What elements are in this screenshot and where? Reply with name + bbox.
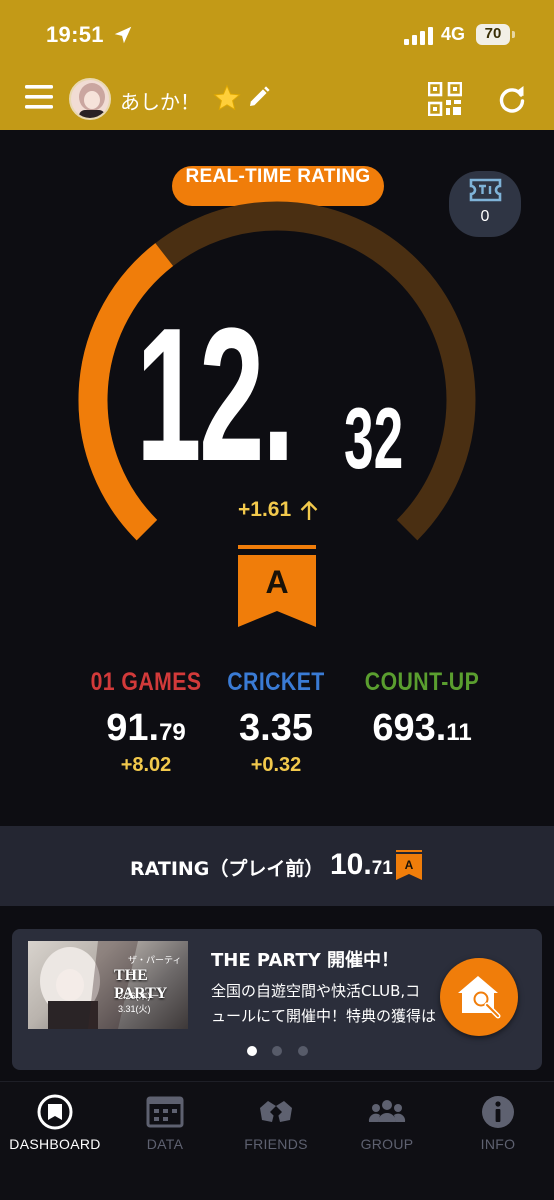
- shop-search-icon: [458, 976, 501, 1019]
- data-icon: [146, 1096, 184, 1128]
- rating-class: A: [265, 564, 289, 600]
- pagination-dot[interactable]: [298, 1046, 308, 1056]
- prior-rating-label: RATING（プレイ前）: [130, 858, 324, 880]
- rating-value-integer: 12.: [136, 289, 295, 501]
- nav-label: FRIENDS: [244, 1136, 308, 1152]
- rating-value-decimal: 32: [344, 391, 404, 487]
- shop-search-button[interactable]: [440, 958, 518, 1036]
- nav-item-friends[interactable]: FRIENDS: [221, 1092, 331, 1152]
- nav-item-info[interactable]: INFO: [443, 1092, 553, 1152]
- arrow-up-icon: [300, 500, 318, 520]
- prior-class-letter: A: [405, 858, 414, 872]
- stat-delta: [342, 754, 502, 780]
- banner-pagination: [247, 1044, 317, 1056]
- nav-item-data[interactable]: DATA: [110, 1092, 220, 1152]
- stat-count-up[interactable]: COUNT-UP 693.11: [342, 668, 502, 780]
- nav-label: GROUP: [360, 1136, 414, 1152]
- banner-image: ザ・パーティー THE PARTY 2.26(木)－3.31(火): [28, 941, 188, 1029]
- stat-label: COUNT-UP: [364, 668, 480, 696]
- nav-item-dashboard[interactable]: DASHBOARD: [0, 1092, 110, 1152]
- nav-label: INFO: [480, 1136, 516, 1152]
- group-icon: [368, 1100, 406, 1122]
- pagination-dot[interactable]: [247, 1046, 257, 1056]
- info-icon: [482, 1096, 514, 1128]
- stat-delta: +0.32: [250, 754, 302, 776]
- bottom-navigation: DASHBOARD DATA FRIENDS GROUP INFO: [0, 1081, 554, 1200]
- friends-icon: [260, 1101, 292, 1122]
- banner-title: THE PARTY 開催中！: [211, 950, 400, 971]
- pagination-dot[interactable]: [272, 1046, 282, 1056]
- stat-label: CRICKET: [227, 668, 325, 696]
- prior-rating-value: 10.71: [330, 848, 393, 881]
- stat-cricket[interactable]: CRICKET 3.35 +0.32: [196, 668, 356, 780]
- stat-value: 3.35: [239, 707, 313, 749]
- stat-label: 01 GAMES: [90, 668, 202, 696]
- dashboard-icon: [37, 1094, 73, 1130]
- stat-value: 693.11: [372, 707, 472, 749]
- banner-image-date: 2.26(木)－3.31(火): [118, 991, 160, 1014]
- nav-label: DASHBOARD: [9, 1136, 101, 1152]
- nav-item-group[interactable]: GROUP: [332, 1092, 442, 1152]
- prior-class-flag-icon: A: [396, 850, 422, 880]
- nav-label: DATA: [146, 1136, 184, 1152]
- rating-change: +1.61: [238, 498, 292, 521]
- prior-rating-row: RATING（プレイ前） 10.71 A: [0, 826, 554, 906]
